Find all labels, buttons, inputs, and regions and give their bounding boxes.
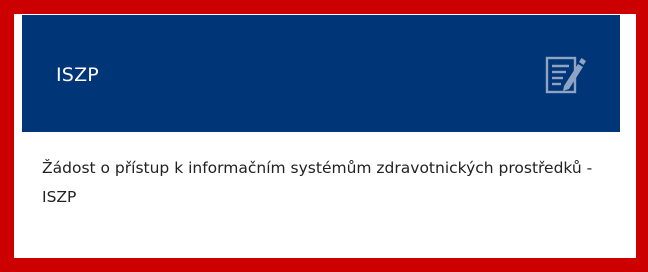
- form-edit-icon: [545, 56, 586, 93]
- card-title[interactable]: ISZP: [56, 64, 99, 86]
- service-card-iszp[interactable]: ISZP Žádost o přístup k informačním syst…: [22, 15, 634, 258]
- card-description: Žádost o přístup k informačním systémům …: [42, 159, 593, 206]
- card-header[interactable]: ISZP: [22, 15, 620, 132]
